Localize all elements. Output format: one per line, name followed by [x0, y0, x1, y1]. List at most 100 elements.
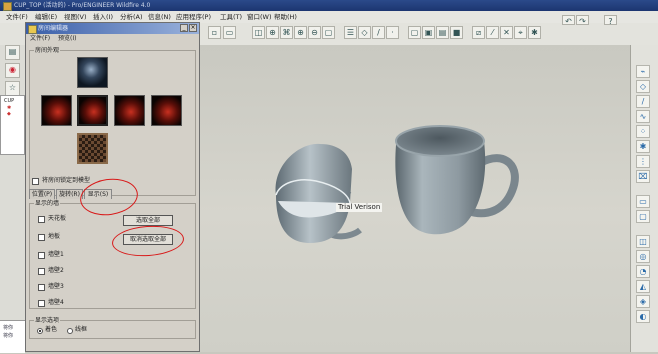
pattern-icon[interactable]: ◈: [636, 295, 650, 308]
menu-analysis[interactable]: 分析(A): [118, 12, 145, 22]
extrude-icon[interactable]: ⌧: [636, 170, 650, 183]
trial-watermark: Trial Verison: [336, 203, 383, 212]
wall2-label: 墙壁2: [48, 267, 64, 274]
wall2-checkbox[interactable]: [38, 268, 45, 275]
wall3-label: 墙壁3: [48, 283, 64, 290]
revolve-icon[interactable]: ▭: [636, 195, 650, 208]
no-hidden-icon[interactable]: ▤: [436, 26, 449, 39]
wall3-checkbox[interactable]: [38, 284, 45, 291]
wall4-checkbox[interactable]: [38, 300, 45, 307]
tree-node-icon: ✱: [7, 105, 12, 111]
spin-center-icon[interactable]: ✱: [528, 26, 541, 39]
minimize-icon[interactable]: _: [180, 24, 188, 32]
wall-back-texture-swatch[interactable]: [151, 95, 182, 126]
zoom-out-icon[interactable]: ⊖: [308, 26, 321, 39]
csys-icon[interactable]: ✱: [636, 140, 650, 153]
help-icon[interactable]: ?: [604, 15, 617, 26]
wall1-checkbox[interactable]: [38, 252, 45, 259]
cup-upright: [395, 125, 519, 235]
csys-display-icon[interactable]: ⌖: [514, 26, 527, 39]
floor-checkbox[interactable]: [38, 234, 45, 241]
menu-edit[interactable]: 编辑(E): [33, 12, 59, 22]
select-all-button[interactable]: 选取全部: [123, 215, 173, 226]
datum-plane-icon[interactable]: ◇: [358, 26, 371, 39]
sketch-icon[interactable]: ⌁: [636, 65, 650, 78]
refit-icon[interactable]: ▢: [322, 26, 335, 39]
dialog-menu-bar: 文件(F) 预览(I): [26, 34, 199, 44]
menu-insert[interactable]: 插入(I): [91, 12, 115, 22]
point-icon[interactable]: ⁘: [636, 125, 650, 138]
plane-icon[interactable]: ◇: [636, 80, 650, 93]
model-tree-icon[interactable]: ▤: [5, 45, 20, 60]
floor-texture-swatch[interactable]: [77, 133, 108, 164]
analysis-icon[interactable]: ⋮: [636, 155, 650, 168]
ceiling-label: 天花板: [48, 215, 67, 222]
dialog-menu-preview[interactable]: 预览(I): [58, 34, 76, 44]
dialog-title-bar[interactable]: 房间编辑器 _ ×: [26, 23, 199, 34]
displayed-walls-label: 显示的墙: [34, 200, 61, 207]
datum-axis-icon[interactable]: /: [372, 26, 385, 39]
dialog-menu-file[interactable]: 文件(F): [30, 34, 50, 44]
feature-toolbar: ⌁ ◇ / ∿ ⁘ ✱ ⋮ ⌧ ▭ ▢ ◫ ◎ ◔ ◭ ◈ ◐: [630, 45, 658, 352]
folder-browser-icon[interactable]: ◉: [5, 63, 20, 78]
sweep-icon[interactable]: ▢: [636, 210, 650, 223]
new-icon[interactable]: ▫: [208, 26, 221, 39]
menu-info[interactable]: 信息(N): [146, 12, 173, 22]
wall-front-texture-swatch[interactable]: [77, 95, 108, 126]
zoom-in-icon[interactable]: ⊕: [294, 26, 307, 39]
open-icon[interactable]: ▭: [223, 26, 236, 39]
tab-position[interactable]: 位置(P): [29, 189, 55, 199]
lock-room-label: 将房间锁定到模型: [42, 177, 91, 184]
menu-help[interactable]: 帮助(H): [272, 12, 299, 22]
app-icon: [3, 2, 12, 11]
cup-inverted: [275, 143, 362, 243]
datum-axis-display-icon[interactable]: ⁄: [486, 26, 499, 39]
message-line: 将你: [3, 333, 14, 339]
wall-right-texture-swatch[interactable]: [114, 95, 145, 126]
shading-icon[interactable]: ■: [450, 26, 463, 39]
menu-window[interactable]: 窗口(W): [245, 12, 274, 22]
wireframe-radio[interactable]: [67, 328, 73, 334]
undo-icon[interactable]: ↶: [562, 15, 575, 26]
graphics-viewport[interactable]: [200, 45, 630, 352]
message-area: 将你 将你: [0, 320, 25, 353]
lock-room-checkbox[interactable]: [32, 178, 39, 185]
point-display-icon[interactable]: ✕: [500, 26, 513, 39]
room-appearance-group: 房间外观: [29, 47, 196, 196]
shaded-label: 着色: [45, 326, 58, 333]
ceiling-texture-swatch[interactable]: [77, 57, 108, 88]
round-icon[interactable]: ◎: [636, 250, 650, 263]
orient-icon[interactable]: ⊕: [266, 26, 279, 39]
favorites-icon[interactable]: ☆: [5, 81, 20, 96]
shaded-radio[interactable]: [37, 328, 43, 334]
layers-icon[interactable]: ☰: [344, 26, 357, 39]
hole-icon[interactable]: ◫: [636, 235, 650, 248]
tab-rotation[interactable]: 旋转(R): [56, 189, 83, 199]
menu-file[interactable]: 文件(F): [4, 12, 30, 22]
mirror-icon[interactable]: ◐: [636, 310, 650, 323]
curve-icon[interactable]: ∿: [636, 110, 650, 123]
menu-tools[interactable]: 工具(T): [218, 12, 244, 22]
ceiling-checkbox[interactable]: [38, 216, 45, 223]
wall4-label: 墙壁4: [48, 299, 64, 306]
window-title-bar: CUP_TOP (活动的) - Pro/ENGINEER Wildfire 4.…: [0, 0, 658, 11]
view-manager-icon[interactable]: ⌘: [280, 26, 293, 39]
tree-root[interactable]: CUP: [1, 96, 24, 104]
datum-plane-display-icon[interactable]: ⧄: [472, 26, 485, 39]
dialog-title: 房间编辑器: [38, 25, 69, 32]
dialog-app-icon: [28, 25, 37, 34]
wireframe-icon[interactable]: ▢: [408, 26, 421, 39]
redo-icon[interactable]: ↷: [576, 15, 589, 26]
shell-icon[interactable]: ◔: [636, 265, 650, 278]
floor-label: 地板: [48, 233, 61, 240]
model-tree-panel: ▤ ◉ ☆: [0, 45, 26, 352]
axis-icon[interactable]: /: [636, 95, 650, 108]
datum-point-icon[interactable]: ·: [386, 26, 399, 39]
draft-icon[interactable]: ◭: [636, 280, 650, 293]
wall-left-texture-swatch[interactable]: [41, 95, 72, 126]
repaint-icon[interactable]: ◫: [252, 26, 265, 39]
close-icon[interactable]: ×: [189, 24, 197, 32]
hidden-line-icon[interactable]: ▣: [422, 26, 435, 39]
menu-view[interactable]: 视图(V): [62, 12, 89, 22]
menu-applications[interactable]: 应用程序(P): [174, 12, 213, 22]
